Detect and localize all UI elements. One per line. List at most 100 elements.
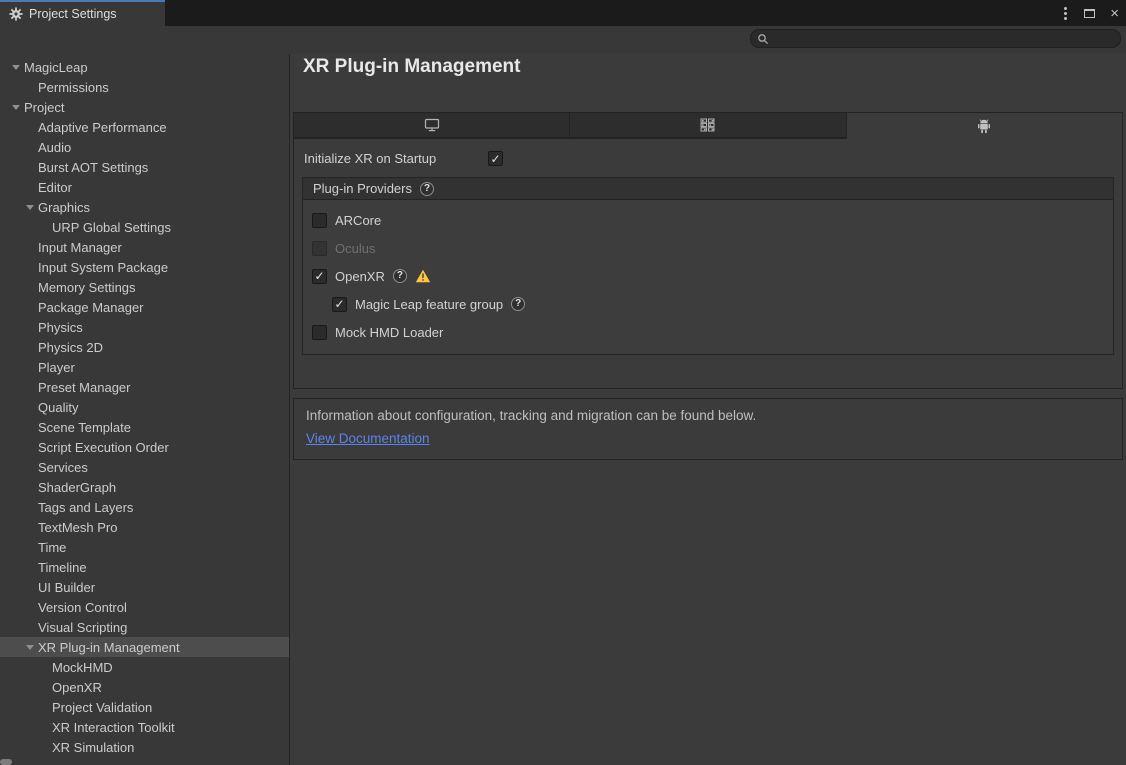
plugin-providers-box: Plug-in Providers ? ARCore Oculus ✓ OpenXR?… [302,177,1114,355]
provider-row-arcore: ARCore [312,206,1113,234]
sidebar-item-textmesh-pro[interactable]: TextMesh Pro [0,517,289,537]
magic-leap-feature-group-checkbox[interactable]: ✓ [332,297,347,312]
initialize-xr-checkbox[interactable]: ✓ [488,151,503,166]
sidebar-item-input-manager[interactable]: Input Manager [0,237,289,257]
sidebar-item-permissions[interactable]: Permissions [0,77,289,97]
sidebar-item-input-system-package[interactable]: Input System Package [0,257,289,277]
sidebar-item-script-execution-order[interactable]: Script Execution Order [0,437,289,457]
sidebar-item-label: Physics [38,320,83,335]
view-documentation-link[interactable]: View Documentation [306,431,430,446]
close-icon[interactable]: × [1110,6,1119,21]
sidebar-item-timeline[interactable]: Timeline [0,557,289,577]
expander-triangle-icon[interactable] [8,65,24,70]
sidebar-item-label: Tags and Layers [38,500,133,515]
provider-label: Magic Leap feature group [355,297,503,312]
tab-android-platform[interactable] [846,112,1123,139]
sidebar-item-services[interactable]: Services [0,457,289,477]
sidebar-item-audio[interactable]: Audio [0,137,289,157]
sidebar-item-xr-interaction-toolkit[interactable]: XR Interaction Toolkit [0,717,289,737]
sidebar-item-urp-global-settings[interactable]: URP Global Settings [0,217,289,237]
sidebar-item-player[interactable]: Player [0,357,289,377]
window-controls: × [1062,0,1119,26]
sidebar-item-graphics[interactable]: Graphics [0,197,289,217]
provider-label: OpenXR [335,269,385,284]
sidebar-item-label: Memory Settings [38,280,136,295]
sidebar-item-label: Input Manager [38,240,122,255]
provider-row-openxr: ✓ OpenXR? [312,262,1113,290]
sidebar-item-label: XR Simulation [52,740,134,755]
sidebar-item-preset-manager[interactable]: Preset Manager [0,377,289,397]
maximize-icon[interactable] [1084,9,1095,18]
sidebar-item-scene-template[interactable]: Scene Template [0,417,289,437]
sidebar-item-time[interactable]: Time [0,537,289,557]
android-robot-icon [977,119,991,134]
sidebar-item-package-manager[interactable]: Package Manager [0,297,289,317]
project-settings-tab[interactable]: Project Settings [0,0,165,26]
sidebar-item-adaptive-performance[interactable]: Adaptive Performance [0,117,289,137]
info-text: Information about configuration, trackin… [306,408,1110,423]
arcore-checkbox[interactable] [312,213,327,228]
sidebar-item-magicleap[interactable]: MagicLeap [0,57,289,77]
window-tab-strip: Project Settings × [0,0,1126,26]
openxr-checkbox[interactable]: ✓ [312,269,327,284]
window-tab-title: Project Settings [29,7,117,21]
search-input[interactable] [773,31,1114,47]
initialize-xr-label: Initialize XR on Startup [304,151,488,166]
sidebar-item-tags-and-layers[interactable]: Tags and Layers [0,497,289,517]
sidebar-item-burst-aot-settings[interactable]: Burst AOT Settings [0,157,289,177]
project-settings-window: Project Settings × MagicLeap Permissions P… [0,0,1126,765]
sidebar-item-label: Quality [38,400,78,415]
help-icon[interactable]: ? [511,297,525,311]
sidebar-item-editor[interactable]: Editor [0,177,289,197]
sidebar-item-shadergraph[interactable]: ShaderGraph [0,477,289,497]
mock-hmd-loader-checkbox[interactable] [312,325,327,340]
search-field[interactable] [750,29,1121,48]
sidebar-item-label: Version Control [38,600,127,615]
provider-label: Oculus [335,241,375,256]
sidebar-item-label: Editor [38,180,72,195]
sidebar-item-physics-2d[interactable]: Physics 2D [0,337,289,357]
expander-triangle-icon[interactable] [8,105,24,110]
tab-embedded-platform[interactable] [569,112,845,138]
kebab-menu-icon[interactable] [1062,5,1069,22]
sidebar-scrollbar-thumb[interactable] [0,759,12,765]
expander-triangle-icon[interactable] [22,205,38,210]
tab-desktop-platform[interactable] [293,112,569,138]
initialize-xr-row: Initialize XR on Startup ✓ [304,151,503,166]
page-title: XR Plug-in Management [303,56,520,78]
sidebar-item-openxr[interactable]: OpenXR [0,677,289,697]
expander-triangle-icon[interactable] [22,645,38,650]
sidebar-item-label: ShaderGraph [38,480,116,495]
sidebar-item-project[interactable]: Project [0,97,289,117]
sidebar-item-visual-scripting[interactable]: Visual Scripting [0,617,289,637]
sidebar-item-memory-settings[interactable]: Memory Settings [0,277,289,297]
sidebar-item-project-validation[interactable]: Project Validation [0,697,289,717]
sidebar-item-label: Project [24,100,64,115]
sidebar-item-label: Services [38,460,88,475]
sidebar-item-label: Physics 2D [38,340,103,355]
sidebar-item-label: Audio [38,140,71,155]
sidebar-item-label: XR Interaction Toolkit [52,720,175,735]
provider-row-mock-hmd-loader: Mock HMD Loader [312,318,1113,346]
warning-icon [415,269,431,283]
sidebar-item-label: Time [38,540,66,555]
sidebar-item-mockhmd[interactable]: MockHMD [0,657,289,677]
sidebar-item-xr-simulation[interactable]: XR Simulation [0,737,289,757]
help-icon[interactable]: ? [393,269,407,283]
sidebar-item-label: MagicLeap [24,60,88,75]
sidebar-item-ui-builder[interactable]: UI Builder [0,577,289,597]
sidebar-item-version-control[interactable]: Version Control [0,597,289,617]
sidebar-item-quality[interactable]: Quality [0,397,289,417]
sidebar-item-label: Player [38,360,75,375]
sidebar-item-physics[interactable]: Physics [0,317,289,337]
sidebar-item-label: Graphics [38,200,90,215]
plugin-providers-title: Plug-in Providers [313,181,412,196]
sidebar-item-label: Adaptive Performance [38,120,167,135]
sidebar-item-xr-plug-in-management[interactable]: XR Plug-in Management [0,637,289,657]
sidebar-item-label: Timeline [38,560,87,575]
sidebar-item-label: Preset Manager [38,380,131,395]
sidebar-item-label: MockHMD [52,660,113,675]
provider-row-oculus: Oculus [312,234,1113,262]
help-icon[interactable]: ? [420,182,434,196]
search-icon [757,33,769,45]
